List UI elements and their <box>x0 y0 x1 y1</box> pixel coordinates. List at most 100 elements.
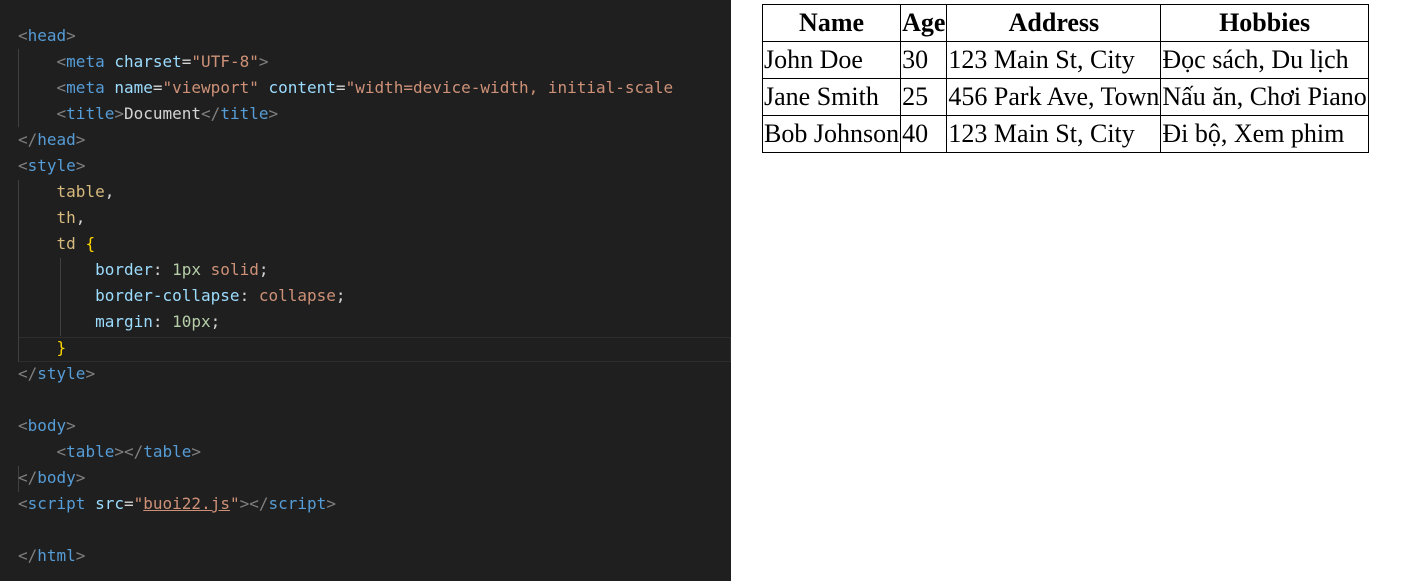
table-cell: 123 Main St, City <box>946 41 1162 79</box>
code-token: = <box>335 78 346 97</box>
table-row: Jane Smith 25 456 Park Ave, Town Nấu ăn, Ch… <box>761 78 1369 116</box>
code-token: charset <box>114 52 182 71</box>
code-token: td <box>56 234 76 253</box>
code-token: > <box>66 416 76 435</box>
code-token: < <box>18 494 28 513</box>
code-line[interactable]: <script src="buoi22.js"></script> <box>18 491 336 517</box>
column-header: Age <box>900 4 948 42</box>
code-line[interactable]: <head> <box>18 23 76 49</box>
table-cell: John Doe <box>761 41 902 79</box>
code-token: body <box>27 416 67 435</box>
table-cell: Nấu ăn, Chơi Piano <box>1160 78 1369 116</box>
code-token: style <box>27 156 76 175</box>
code-line[interactable]: table, <box>18 179 115 205</box>
code-token: th <box>56 208 76 227</box>
column-header: Address <box>946 4 1162 42</box>
table-cell: 456 Park Ave, Town <box>946 78 1162 116</box>
code-token: > <box>191 442 202 461</box>
code-line[interactable]: td { <box>18 231 96 257</box>
code-token: ; <box>335 286 346 305</box>
code-token: > <box>75 468 86 487</box>
code-line[interactable]: <meta name="viewport" content="width=dev… <box>18 75 674 101</box>
code-token: : <box>239 286 259 305</box>
code-token: ; <box>258 260 269 279</box>
code-token: body <box>37 468 76 487</box>
code-token: = <box>152 78 163 97</box>
code-token: src <box>95 494 124 513</box>
table-cell: 123 Main St, City <box>946 115 1162 153</box>
code-line[interactable]: <meta charset="UTF-8"> <box>18 49 269 75</box>
code-line[interactable]: <title>Document</title> <box>18 101 279 127</box>
code-token: < <box>18 26 28 45</box>
code-token: </ <box>201 104 221 123</box>
code-token: , <box>104 182 115 201</box>
code-token: html <box>37 546 76 565</box>
code-line[interactable]: <style> <box>18 153 85 179</box>
code-line[interactable]: </body> <box>18 465 85 491</box>
code-token: ; <box>210 312 221 331</box>
code-token: margin <box>95 312 153 331</box>
code-token: style <box>37 364 86 383</box>
table-cell: Jane Smith <box>761 78 902 116</box>
code-token: table <box>66 442 115 461</box>
people-table: Name Age Address Hobbies John Doe 30 123 Main… <box>761 4 1369 153</box>
code-line[interactable]: <body> <box>18 413 76 439</box>
code-line[interactable]: th, <box>18 205 86 231</box>
code-token: script <box>268 494 327 513</box>
code-line[interactable]: margin: 10px; <box>18 309 220 335</box>
code-token: > <box>268 104 279 123</box>
code-token: 10px <box>172 312 211 331</box>
code-token: < <box>56 442 67 461</box>
table-cell: 25 <box>900 78 948 116</box>
code-token: head <box>37 130 76 149</box>
code-token: "UTF-8" <box>191 52 259 71</box>
code-token: </ <box>18 468 38 487</box>
table-cell: Bob Johnson <box>761 115 902 153</box>
code-token: < <box>56 78 67 97</box>
code-token: < <box>18 416 28 435</box>
code-line[interactable]: border: 1px solid; <box>18 257 268 283</box>
code-editor-pane[interactable]: <head> <meta charset="UTF-8"> <meta name… <box>0 0 731 581</box>
code-token: table <box>143 442 192 461</box>
code-line[interactable]: </head> <box>18 127 85 153</box>
code-token: = <box>123 494 134 513</box>
code-token: < <box>18 156 28 175</box>
code-token: Document <box>123 104 202 123</box>
code-token: : <box>152 260 173 279</box>
code-token: collapse <box>258 286 336 305</box>
code-token: name <box>114 78 153 97</box>
code-line[interactable]: } <box>18 335 67 361</box>
code-token: > <box>114 104 124 123</box>
code-token: > <box>66 26 76 45</box>
table-cell: 30 <box>900 41 948 79</box>
table-header-row: Name Age Address Hobbies <box>761 4 1369 42</box>
code-token: { <box>85 234 96 253</box>
code-token: </ <box>18 364 38 383</box>
code-line[interactable]: </style> <box>18 361 95 387</box>
code-token: table <box>56 182 105 201</box>
code-token: : <box>152 312 173 331</box>
code-token: "width=device-width, initial-scale <box>345 78 674 97</box>
code-line[interactable]: </html> <box>18 543 85 569</box>
table-cell: 40 <box>900 115 948 153</box>
code-token: ></ <box>114 442 144 461</box>
code-token: = <box>181 52 192 71</box>
code-token: head <box>27 26 67 45</box>
code-line[interactable]: <table></table> <box>18 439 202 465</box>
code-token: </ <box>18 546 38 565</box>
code-token: } <box>56 338 67 357</box>
code-token: < <box>56 104 67 123</box>
table-body: John Doe 30 123 Main St, City Đọc sách, Du … <box>761 41 1369 153</box>
code-token: "viewport" <box>162 78 259 97</box>
code-line[interactable]: border-collapse: collapse; <box>18 283 346 309</box>
